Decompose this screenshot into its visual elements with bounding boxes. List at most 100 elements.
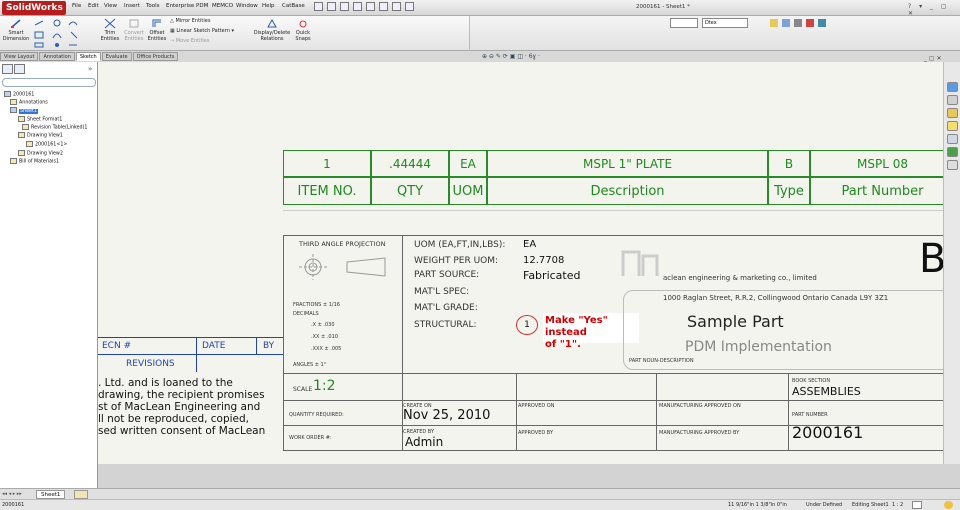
rebuild-status-icon[interactable] [944, 501, 953, 509]
help-icon[interactable] [912, 501, 922, 509]
tab-view-layout[interactable]: View Layout [0, 52, 39, 61]
design-library-icon[interactable] [947, 95, 958, 105]
tree-item-annotations[interactable]: Annotations [10, 99, 48, 106]
move-entities-button[interactable]: ⇢ Move Entities [170, 38, 210, 44]
heads-up-view-toolbar[interactable]: ⊕ ⊖ ✎ ⟳ ▣ ◫ · 6ɣ · [482, 53, 540, 60]
save-icon[interactable] [340, 2, 349, 11]
pdm-toolbar[interactable] [670, 18, 698, 28]
menu-help[interactable]: Help [262, 3, 275, 9]
select-icon[interactable] [379, 2, 388, 11]
title-bar: SolidWorks File Edit View Insert Tools E… [0, 0, 960, 17]
menu-window[interactable]: Window [236, 3, 258, 9]
menu-insert[interactable]: Insert [124, 3, 140, 9]
display-delete-relations-button[interactable]: Display/Delete Relations [252, 18, 292, 42]
bom-header-type[interactable]: Type [768, 177, 810, 205]
tree-item-sheet1[interactable]: Sheet1 [10, 107, 38, 114]
title-block-col3 [656, 373, 657, 450]
print-icon[interactable] [353, 2, 362, 11]
viewport-controls[interactable]: _ ▢ ✕ [924, 55, 942, 62]
tab-sheet1[interactable]: Sheet1 [36, 490, 66, 499]
bom-cell-part-number[interactable]: MSPL 08 [810, 150, 955, 177]
solidworks-logo[interactable]: SolidWorks [2, 1, 66, 15]
create-on-value[interactable]: Nov 25, 2010 [403, 408, 490, 423]
file-explorer-icon[interactable] [947, 108, 958, 118]
sheet-nav-arrows[interactable]: ◂◂ ◂ ▸ ▸▸ [2, 491, 22, 497]
book-section-value[interactable]: ASSEMBLIES [792, 385, 861, 398]
pane-expand-icon[interactable]: » [88, 65, 92, 73]
tree-item-sheet-format[interactable]: Sheet Format1 [18, 116, 62, 123]
tab-annotation[interactable]: Annotation [39, 52, 75, 61]
bom-header-uom[interactable]: UOM [449, 177, 487, 205]
menu-enterprise-pdm[interactable]: Enterprise PDM [166, 3, 208, 9]
feature-manager-pane: » 2000161 Annotations Sheet1 Sheet Forma… [0, 62, 98, 488]
solidworks-resources-icon[interactable] [947, 82, 958, 92]
tab-office-products[interactable]: Office Products [132, 52, 179, 61]
created-by-value[interactable]: Admin [405, 435, 443, 449]
bom-cell-qty[interactable]: .44444 [371, 150, 449, 177]
menu-catbase[interactable]: CatBase [282, 3, 305, 9]
pane-tabs [2, 64, 26, 74]
command-manager: Smart Dimension Trim Entities Convert En… [0, 16, 470, 51]
tree-filter-input[interactable] [2, 78, 96, 87]
undo-icon[interactable] [366, 2, 375, 11]
linear-sketch-pattern-button[interactable]: ▦ Linear Sketch Pattern ▾ [170, 28, 234, 34]
tree-root[interactable]: 2000161 [4, 91, 34, 98]
menu-memco[interactable]: MEMCO [212, 3, 233, 9]
sketch-entities-icons[interactable] [33, 19, 91, 49]
open-icon[interactable] [327, 2, 336, 11]
menu-edit[interactable]: Edit [88, 3, 99, 9]
bom-header-description[interactable]: Description [487, 177, 768, 205]
tab-evaluate[interactable]: Evaluate [101, 52, 132, 61]
bom-header-qty[interactable]: QTY [371, 177, 449, 205]
trim-entities-button[interactable]: Trim Entities [98, 18, 122, 42]
scale-value[interactable]: 1:2 [313, 378, 336, 394]
new-icon[interactable] [314, 2, 323, 11]
tolerance-x: .X ± .030 [311, 322, 335, 328]
search-icon[interactable] [947, 121, 958, 131]
add-sheet-icon[interactable] [74, 490, 88, 499]
convert-entities-button[interactable]: Convert Entities [122, 18, 146, 42]
rebuild-icon[interactable] [392, 2, 401, 11]
mirror-entities-button[interactable]: △ Mirror Entities [170, 18, 210, 24]
tree-item-revision-table[interactable]: Revision Table(Linked)1 [22, 124, 87, 131]
company-name: aclean engineering & marketing co., limi… [663, 274, 817, 282]
custom-properties-icon[interactable] [947, 160, 958, 170]
bom-cell-description[interactable]: MSPL 1" PLATE [487, 150, 768, 177]
tree-item-drawing-view1[interactable]: Drawing View1 [18, 132, 63, 139]
options-icon[interactable] [405, 2, 414, 11]
window-controls[interactable]: ? ▾ _ ▢ ✕ [908, 3, 960, 17]
tree-item-bom[interactable]: Bill of Materials1 [10, 158, 59, 165]
part-number-value[interactable]: 2000161 [792, 423, 863, 442]
part-description[interactable]: PDM Implementation [685, 339, 832, 355]
offset-entities-button[interactable]: Offset Entities [146, 18, 168, 42]
bom-header-part-number[interactable]: Part Number [810, 177, 955, 205]
menu-view[interactable]: View [104, 3, 117, 9]
property-manager-tab-icon[interactable] [14, 64, 25, 74]
tree-item-drawing-view2[interactable]: Drawing View2 [18, 150, 63, 157]
part-source-value[interactable]: Fabricated [523, 269, 580, 282]
view-palette-icon[interactable] [947, 134, 958, 144]
menu-file[interactable]: File [72, 3, 81, 9]
quick-snaps-button[interactable]: Quick Snaps [292, 18, 314, 42]
tab-sketch[interactable]: Sketch [75, 52, 101, 61]
appearances-icon[interactable] [947, 147, 958, 157]
structural-value[interactable]: 1 [516, 315, 538, 335]
bom-header-item[interactable]: ITEM NO. [283, 177, 371, 205]
bom-cell-type[interactable]: B [768, 150, 810, 177]
pdm-icons[interactable] [768, 18, 838, 28]
weight-label: WEIGHT PER UOM: [414, 256, 499, 266]
status-scale[interactable]: 1 : 2 [892, 502, 903, 508]
part-name[interactable]: Sample Part [687, 312, 784, 331]
weight-value[interactable]: 12.7708 [523, 255, 564, 266]
bom-cell-item[interactable]: 1 [283, 150, 371, 177]
uom-value[interactable]: EA [523, 239, 536, 250]
smart-dimension-button[interactable]: Smart Dimension [2, 18, 30, 42]
menu-tools[interactable]: Tools [146, 3, 160, 9]
part-icon [26, 141, 33, 147]
tolerance-decimals: DECIMALS [293, 311, 319, 317]
bom-cell-uom[interactable]: EA [449, 150, 487, 177]
annotations-icon [10, 99, 17, 105]
tree-item-part[interactable]: 2000161<1> [26, 141, 67, 148]
feature-manager-tab-icon[interactable] [2, 64, 13, 74]
document-combo[interactable]: Dtex [702, 18, 748, 28]
